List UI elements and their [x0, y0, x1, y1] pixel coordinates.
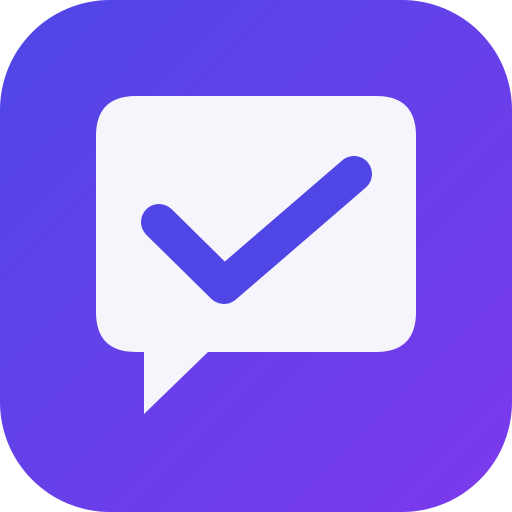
chat-bubble-checkmark-icon	[0, 0, 512, 512]
app-icon	[0, 0, 512, 512]
